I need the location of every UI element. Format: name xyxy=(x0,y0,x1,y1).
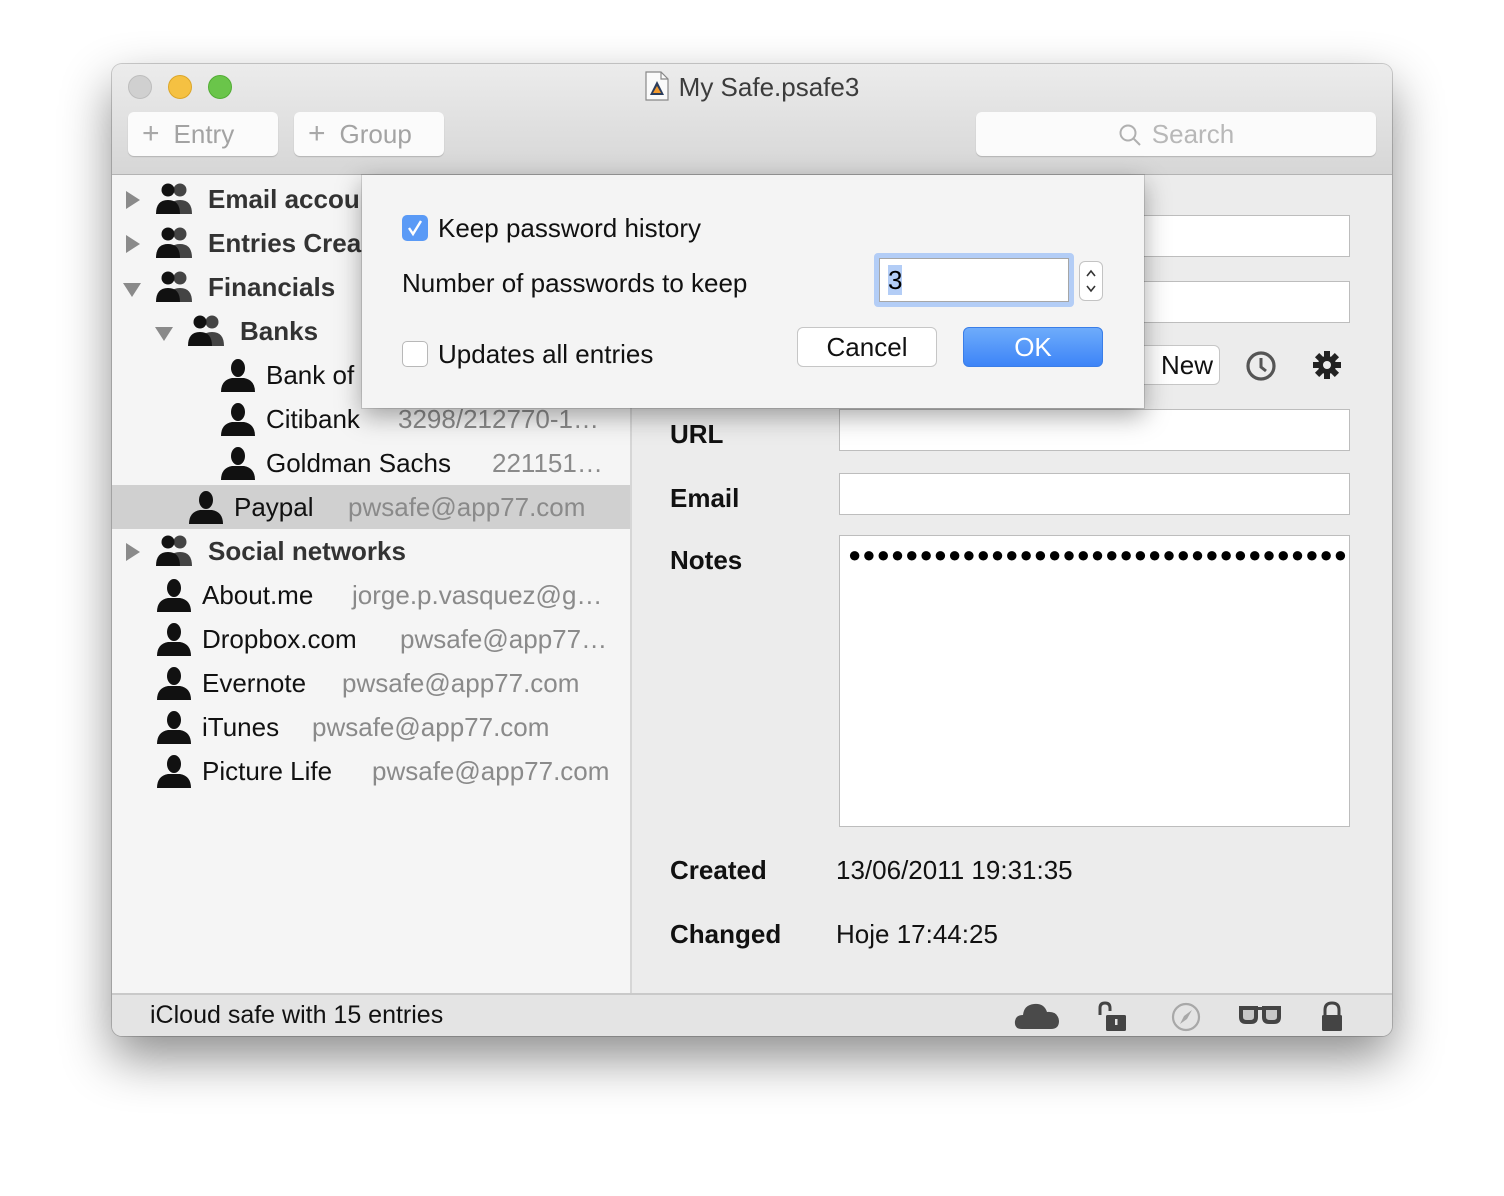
update-all-checkbox[interactable] xyxy=(402,341,428,367)
tree-detail: jorge.p.vasquez@g… xyxy=(352,580,603,610)
update-all-label[interactable]: Updates all entries xyxy=(438,339,653,370)
status-bar: iCloud safe with 15 entries xyxy=(112,993,1392,1036)
tree-label: About.me xyxy=(202,580,314,610)
new-password-label: New xyxy=(1161,350,1214,380)
checkmark-icon xyxy=(408,220,423,237)
email-field[interactable] xyxy=(839,473,1350,515)
url-label: URL xyxy=(670,419,724,449)
status-text: iCloud safe with 15 entries xyxy=(150,1001,444,1029)
tree-label: Entries Crea xyxy=(208,228,362,258)
person-icon xyxy=(157,667,191,700)
tree-detail: 221151… xyxy=(492,448,603,478)
tree-label: Dropbox.com xyxy=(202,624,357,654)
created-label: Created xyxy=(670,855,767,885)
tree-label: Citibank xyxy=(266,404,360,434)
tree-entry-dropbox[interactable]: Dropbox.com pwsafe@app77… xyxy=(112,617,630,661)
compass-icon[interactable] xyxy=(1170,1001,1202,1033)
disclosure-right-icon[interactable] xyxy=(126,543,140,561)
tree-detail: pwsafe@app77.com xyxy=(342,668,580,698)
tree-entry-itunes[interactable]: iTunes pwsafe@app77.com xyxy=(112,705,630,749)
add-group-button[interactable]: + Group xyxy=(294,112,444,156)
disclosure-down-icon[interactable] xyxy=(155,327,173,341)
stepper-arrows-icon xyxy=(1086,269,1096,293)
url-field[interactable] xyxy=(839,409,1350,451)
tree-group-social-networks[interactable]: Social networks xyxy=(112,529,630,573)
group-icon xyxy=(188,315,224,346)
tree-label: Picture Life xyxy=(202,756,333,786)
group-icon xyxy=(156,271,192,302)
cancel-label: Cancel xyxy=(826,332,908,362)
tree-detail: pwsafe@app77.com xyxy=(348,492,586,522)
add-group-label: Group xyxy=(339,119,412,149)
ok-button[interactable]: OK xyxy=(963,327,1103,367)
person-icon xyxy=(221,359,255,392)
gear-icon[interactable] xyxy=(1312,350,1342,380)
changed-label: Changed xyxy=(670,919,782,949)
number-stepper[interactable] xyxy=(1079,261,1103,301)
number-to-keep-input[interactable]: 3 xyxy=(879,258,1069,302)
title-bar: My Safe.psafe3 + Entry + Group Search xyxy=(112,64,1392,175)
tree-label: Bank of xyxy=(266,360,355,390)
search-icon xyxy=(1119,124,1141,146)
history-clock-icon[interactable] xyxy=(1245,350,1277,382)
plus-icon: + xyxy=(142,117,160,150)
group-icon xyxy=(156,183,192,214)
add-entry-label: Entry xyxy=(173,119,235,149)
person-icon xyxy=(157,711,191,744)
disclosure-down-icon[interactable] xyxy=(123,283,141,297)
tree-label: Financials xyxy=(208,272,336,302)
plus-icon: + xyxy=(308,117,326,150)
email-label: Email xyxy=(670,483,740,513)
lock-icon[interactable] xyxy=(1320,1001,1344,1033)
disclosure-right-icon[interactable] xyxy=(126,235,140,253)
cancel-button[interactable]: Cancel xyxy=(797,327,937,367)
number-to-keep-focus-ring: 3 xyxy=(874,253,1074,307)
person-icon xyxy=(157,755,191,788)
tree-entry-picture-life[interactable]: Picture Life pwsafe@app77.com xyxy=(112,749,630,793)
unlocked-icon[interactable] xyxy=(1096,1001,1128,1033)
number-to-keep-value: 3 xyxy=(888,265,903,295)
add-entry-button[interactable]: + Entry xyxy=(128,112,278,156)
keep-history-label[interactable]: Keep password history xyxy=(438,213,701,244)
person-icon xyxy=(157,579,191,612)
tree-label: Evernote xyxy=(202,668,307,698)
changed-value: Hoje 17:44:25 xyxy=(836,919,998,949)
glasses-icon[interactable] xyxy=(1238,1003,1282,1027)
tree-entry-evernote[interactable]: Evernote pwsafe@app77.com xyxy=(112,661,630,705)
notes-textarea[interactable]: ●●●●●●●●●●●●●●●●●●●●●●●●●●●●●●●●●●●●●● xyxy=(839,535,1350,827)
tree-detail: pwsafe@app77.com xyxy=(312,712,550,742)
number-to-keep-label: Number of passwords to keep xyxy=(402,268,748,298)
tree-detail: pwsafe@app77… xyxy=(400,624,608,654)
group-icon xyxy=(156,535,192,566)
tree-entry-goldman-sachs[interactable]: Goldman Sachs 221151… xyxy=(112,441,630,485)
window-title: My Safe.psafe3 xyxy=(112,70,1392,104)
search-input[interactable]: Search xyxy=(976,112,1376,156)
password-history-dialog: Keep password history Number of password… xyxy=(362,175,1144,408)
ok-label: OK xyxy=(1014,332,1052,362)
tree-label: Email accou xyxy=(208,184,360,214)
window-title-text: My Safe.psafe3 xyxy=(678,72,860,102)
disclosure-right-icon[interactable] xyxy=(126,191,140,209)
psafe-document-icon xyxy=(645,71,669,101)
search-placeholder: Search xyxy=(1151,119,1235,149)
tree-label: Goldman Sachs xyxy=(266,448,451,478)
created-value: 13/06/2011 19:31:35 xyxy=(836,855,1073,885)
tree-detail: pwsafe@app77.com xyxy=(372,756,610,786)
notes-masked-value: ●●●●●●●●●●●●●●●●●●●●●●●●●●●●●●●●●●●●●● xyxy=(848,542,1348,567)
group-icon xyxy=(156,227,192,258)
person-icon xyxy=(221,447,255,480)
tree-entry-about-me[interactable]: About.me jorge.p.vasquez@g… xyxy=(112,573,630,617)
person-icon xyxy=(157,623,191,656)
person-icon xyxy=(189,491,223,524)
person-icon xyxy=(221,403,255,436)
notes-label: Notes xyxy=(670,545,743,575)
tree-label: Banks xyxy=(240,316,319,346)
cloud-icon[interactable] xyxy=(1014,999,1060,1031)
tree-label: Paypal xyxy=(234,492,314,522)
tree-label: iTunes xyxy=(202,712,280,742)
tree-label: Social networks xyxy=(208,536,406,566)
keep-history-checkbox[interactable] xyxy=(402,215,428,241)
tree-entry-paypal[interactable]: Paypal pwsafe@app77.com xyxy=(112,485,630,529)
